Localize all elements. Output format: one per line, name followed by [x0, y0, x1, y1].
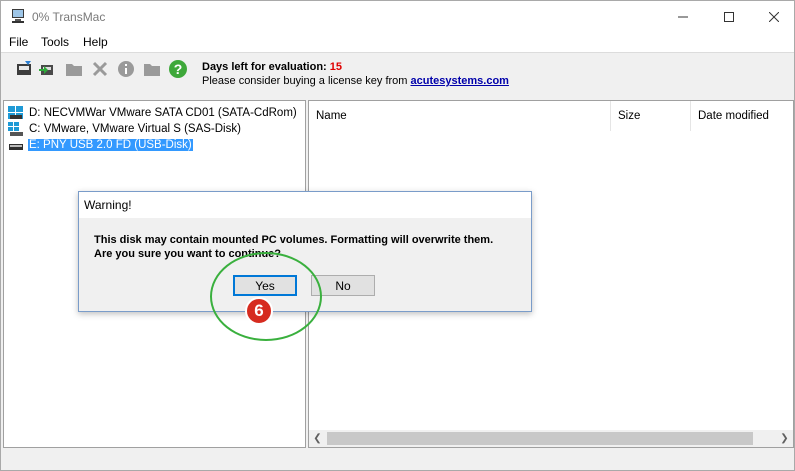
- scroll-left-arrow-icon[interactable]: ❮: [309, 430, 326, 447]
- restore-image-icon: [39, 65, 53, 75]
- drive-item-e[interactable]: E: PNY USB 2.0 FD (USB-Disk): [8, 137, 194, 153]
- computer-icon: [10, 8, 26, 24]
- minimize-icon: [678, 16, 688, 17]
- restore-image-button[interactable]: [36, 58, 58, 80]
- scroll-right-arrow-icon[interactable]: ❯: [776, 430, 793, 447]
- dialog-title-bar: Warning!: [79, 192, 531, 218]
- title-bar: 0% TransMac: [1, 1, 794, 32]
- maximize-button[interactable]: [706, 1, 752, 32]
- dialog-message-line-1: This disk may contain mounted PC volumes…: [94, 234, 494, 246]
- new-folder-button[interactable]: [141, 58, 163, 80]
- license-prefix: Please consider buying a license key fro…: [202, 75, 411, 87]
- drive-item-c[interactable]: C: VMware, VMware Virtual S (SAS-Disk): [8, 121, 242, 137]
- menu-help[interactable]: Help: [83, 35, 108, 49]
- drive-label: D: NECVMWar VMware SATA CD01 (SATA-CdRom…: [29, 107, 297, 119]
- evaluation-notice: Days left for evaluation: 15: [202, 61, 342, 73]
- column-header-date-modified[interactable]: Date modified: [691, 101, 793, 131]
- close-icon: [769, 11, 779, 22]
- windows-disk-icon: [8, 122, 24, 136]
- column-header-name[interactable]: Name: [309, 101, 611, 131]
- close-button[interactable]: [751, 1, 795, 32]
- horizontal-scrollbar[interactable]: ❮ ❯: [309, 430, 793, 447]
- maximize-icon: [724, 11, 734, 22]
- evaluation-label: Days left for evaluation:: [202, 61, 330, 73]
- window-title: 0% TransMac: [32, 10, 106, 24]
- drive-label: E: PNY USB 2.0 FD (USB-Disk): [27, 138, 194, 152]
- svg-text:?: ?: [174, 61, 183, 77]
- help-question-icon: ?: [169, 60, 187, 78]
- delete-x-icon: [92, 61, 108, 77]
- info-button[interactable]: [115, 58, 137, 80]
- minimize-button[interactable]: [660, 1, 706, 32]
- folder-icon: [66, 64, 82, 76]
- info-icon: [118, 61, 134, 77]
- menu-bar: File Tools Help: [1, 32, 794, 52]
- dialog-title: Warning!: [84, 198, 132, 212]
- help-button[interactable]: ?: [167, 58, 189, 80]
- new-folder-icon: [144, 64, 160, 76]
- menu-file[interactable]: File: [9, 35, 28, 49]
- scrollbar-thumb[interactable]: [327, 432, 753, 445]
- toolbar: ? Days left for evaluation: 15 Please co…: [1, 52, 794, 99]
- annotation-highlight-circle: [210, 252, 322, 341]
- evaluation-days: 15: [329, 61, 343, 73]
- annotation-step-badge: 6: [245, 297, 273, 325]
- drive-label: C: VMware, VMware Virtual S (SAS-Disk): [29, 123, 241, 135]
- license-link[interactable]: acutesystems.com: [411, 75, 509, 87]
- open-folder-button[interactable]: [63, 58, 85, 80]
- format-disk-button[interactable]: [13, 58, 35, 80]
- delete-button[interactable]: [89, 58, 111, 80]
- status-bar: [1, 450, 794, 470]
- cdrom-drive-icon: [8, 106, 24, 120]
- license-notice: Please consider buying a license key fro…: [202, 75, 509, 87]
- format-disk-icon: [17, 61, 31, 75]
- column-header-size[interactable]: Size: [611, 101, 691, 131]
- menu-tools[interactable]: Tools: [41, 35, 69, 49]
- usb-disk-icon: [8, 138, 24, 152]
- drive-item-d[interactable]: D: NECVMWar VMware SATA CD01 (SATA-CdRom…: [8, 105, 298, 121]
